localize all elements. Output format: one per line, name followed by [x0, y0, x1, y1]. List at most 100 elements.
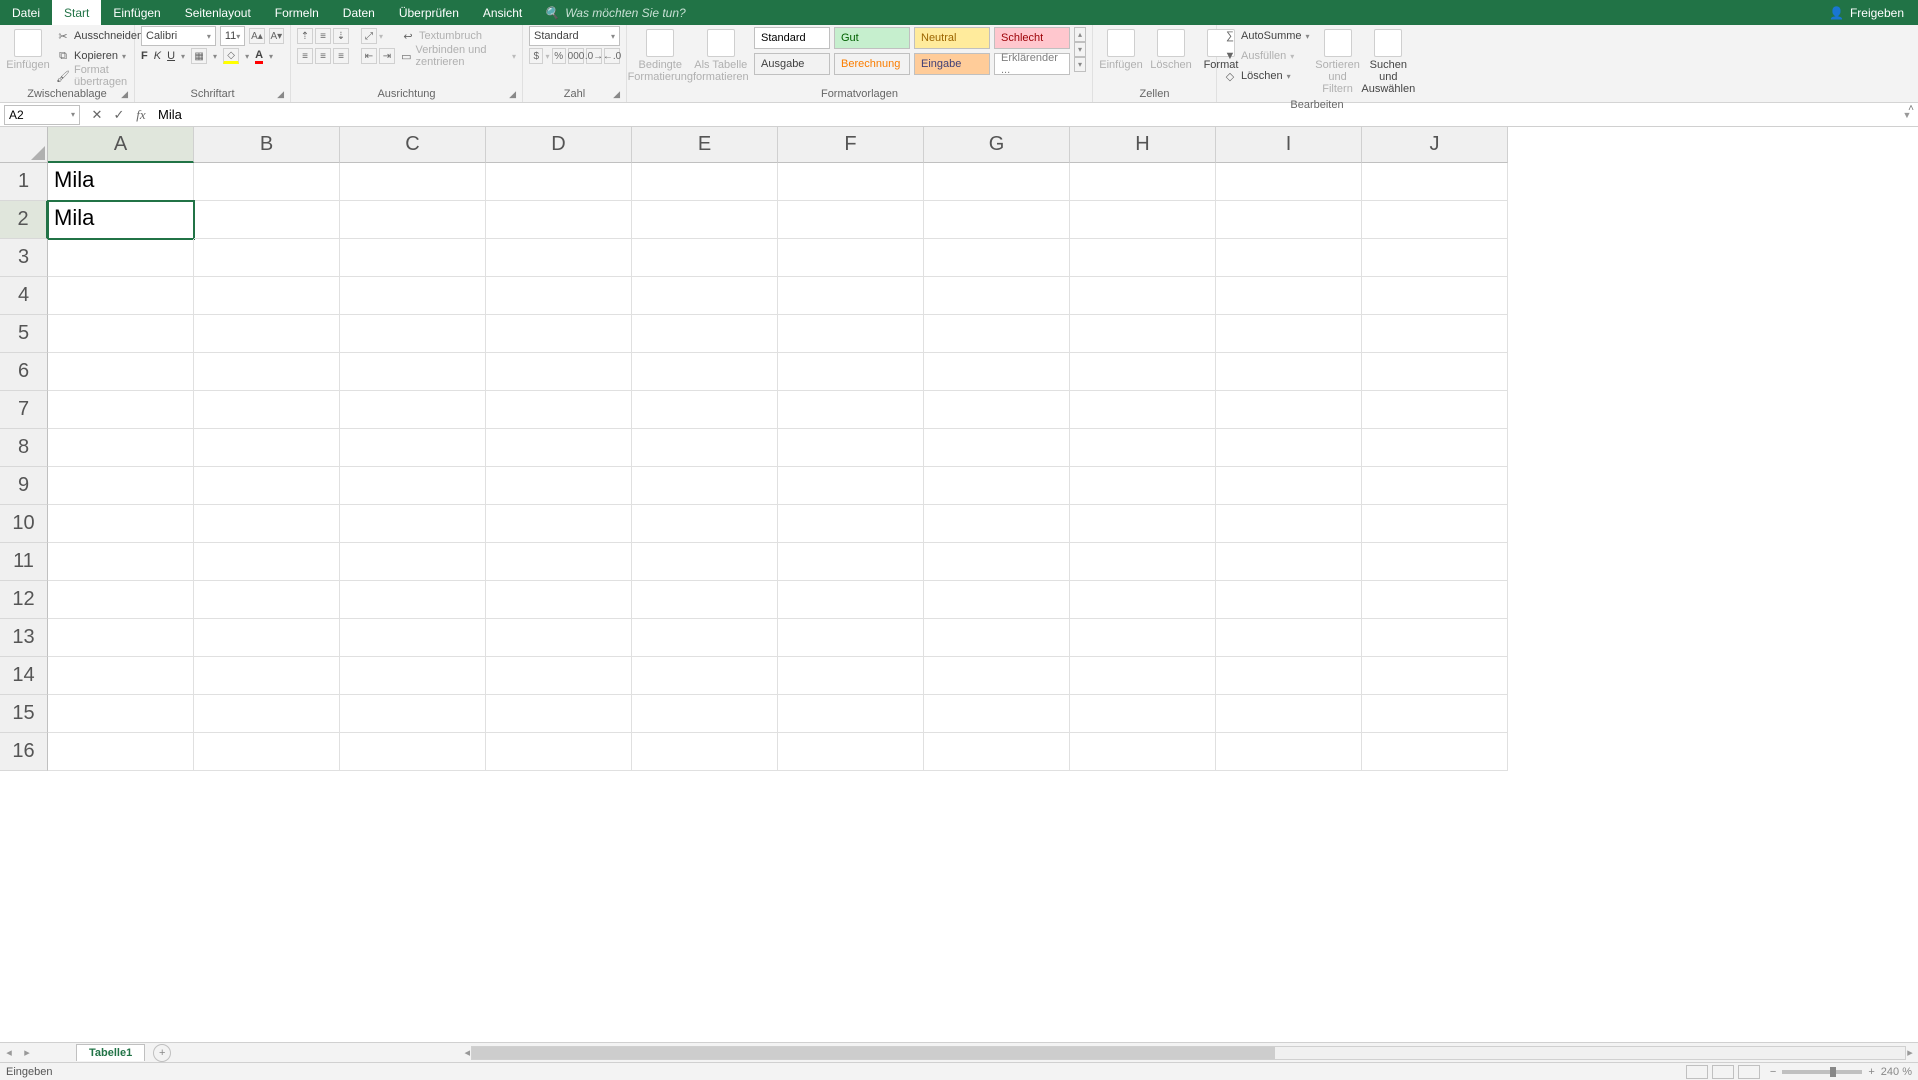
cell-E13[interactable] — [632, 619, 778, 657]
cell-F7[interactable] — [778, 391, 924, 429]
cell-C14[interactable] — [340, 657, 486, 695]
cell-J5[interactable] — [1362, 315, 1508, 353]
cell-I8[interactable] — [1216, 429, 1362, 467]
conditional-formatting-button[interactable]: Bedingte Formatierung — [633, 27, 688, 85]
underline-button[interactable]: U — [167, 50, 175, 62]
alignment-launcher[interactable]: ◢ — [509, 89, 516, 100]
cell-G16[interactable] — [924, 733, 1070, 771]
cell-D16[interactable] — [486, 733, 632, 771]
cell-J4[interactable] — [1362, 277, 1508, 315]
cell-C9[interactable] — [340, 467, 486, 505]
cell-J14[interactable] — [1362, 657, 1508, 695]
row-header-2[interactable]: 2 — [0, 201, 48, 239]
page-layout-view-button[interactable] — [1712, 1065, 1734, 1079]
cell-C3[interactable] — [340, 239, 486, 277]
cell-F15[interactable] — [778, 695, 924, 733]
cell-H7[interactable] — [1070, 391, 1216, 429]
cell-G7[interactable] — [924, 391, 1070, 429]
cell-A1[interactable]: Mila — [48, 163, 194, 201]
cell-B9[interactable] — [194, 467, 340, 505]
cell-E5[interactable] — [632, 315, 778, 353]
cell-D12[interactable] — [486, 581, 632, 619]
column-header-H[interactable]: H — [1070, 127, 1216, 163]
cell-D9[interactable] — [486, 467, 632, 505]
cell-D8[interactable] — [486, 429, 632, 467]
row-header-4[interactable]: 4 — [0, 277, 48, 315]
cell-C11[interactable] — [340, 543, 486, 581]
cell-styles-gallery[interactable]: Standard Gut Neutral Schlecht Ausgabe Be… — [754, 27, 1072, 77]
comma-format-button[interactable]: 000 — [568, 48, 584, 64]
align-top-button[interactable]: ⇡ — [297, 28, 313, 44]
cell-G2[interactable] — [924, 201, 1070, 239]
sheet-tab-1[interactable]: Tabelle1 — [76, 1044, 145, 1061]
cell-I2[interactable] — [1216, 201, 1362, 239]
find-select-button[interactable]: Suchen und Auswählen — [1366, 27, 1411, 97]
cell-F2[interactable] — [778, 201, 924, 239]
hscroll-thumb[interactable] — [472, 1047, 1274, 1059]
cell-A9[interactable] — [48, 467, 194, 505]
clipboard-launcher[interactable]: ◢ — [121, 89, 128, 100]
cell-F14[interactable] — [778, 657, 924, 695]
align-center-button[interactable]: ≡ — [315, 48, 331, 64]
cell-B6[interactable] — [194, 353, 340, 391]
cell-D15[interactable] — [486, 695, 632, 733]
cell-J7[interactable] — [1362, 391, 1508, 429]
align-bottom-button[interactable]: ⇣ — [333, 28, 349, 44]
cell-I14[interactable] — [1216, 657, 1362, 695]
tab-start[interactable]: Start — [52, 0, 101, 25]
paste-button[interactable]: Einfügen — [6, 27, 50, 73]
cell-A16[interactable] — [48, 733, 194, 771]
cell-J9[interactable] — [1362, 467, 1508, 505]
cell-E10[interactable] — [632, 505, 778, 543]
cell-H16[interactable] — [1070, 733, 1216, 771]
row-header-12[interactable]: 12 — [0, 581, 48, 619]
cell-D6[interactable] — [486, 353, 632, 391]
horizontal-scrollbar[interactable]: ◂▸ — [471, 1046, 1906, 1060]
cell-E1[interactable] — [632, 163, 778, 201]
insert-function-button[interactable]: fx — [130, 105, 152, 125]
cell-A14[interactable] — [48, 657, 194, 695]
font-size-combo[interactable]: 11▾ — [220, 26, 245, 46]
cell-G4[interactable] — [924, 277, 1070, 315]
align-left-button[interactable]: ≡ — [297, 48, 313, 64]
cell-I4[interactable] — [1216, 277, 1362, 315]
cell-B12[interactable] — [194, 581, 340, 619]
cell-G8[interactable] — [924, 429, 1070, 467]
cell-J10[interactable] — [1362, 505, 1508, 543]
tab-formulas[interactable]: Formeln — [263, 0, 331, 25]
row-header-9[interactable]: 9 — [0, 467, 48, 505]
cell-J16[interactable] — [1362, 733, 1508, 771]
normal-view-button[interactable] — [1686, 1065, 1708, 1079]
increase-font-button[interactable]: A▴ — [249, 28, 264, 44]
cell-J15[interactable] — [1362, 695, 1508, 733]
zoom-slider-thumb[interactable] — [1830, 1067, 1836, 1077]
cell-B11[interactable] — [194, 543, 340, 581]
column-header-E[interactable]: E — [632, 127, 778, 163]
cell-I5[interactable] — [1216, 315, 1362, 353]
cell-A6[interactable] — [48, 353, 194, 391]
zoom-out-button[interactable]: − — [1770, 1066, 1776, 1078]
style-gut[interactable]: Gut — [834, 27, 910, 49]
cell-B15[interactable] — [194, 695, 340, 733]
cell-A2[interactable]: Mila — [48, 201, 194, 239]
cell-B16[interactable] — [194, 733, 340, 771]
cell-F16[interactable] — [778, 733, 924, 771]
cell-B14[interactable] — [194, 657, 340, 695]
cell-B10[interactable] — [194, 505, 340, 543]
name-box[interactable]: A2▾ — [4, 105, 80, 125]
increase-indent-button[interactable]: ⇥ — [379, 48, 395, 64]
tab-file[interactable]: Datei — [0, 0, 52, 25]
page-break-view-button[interactable] — [1738, 1065, 1760, 1079]
cell-B2[interactable] — [194, 201, 340, 239]
delete-cells-button[interactable]: Löschen — [1149, 27, 1193, 73]
cell-I9[interactable] — [1216, 467, 1362, 505]
cell-F4[interactable] — [778, 277, 924, 315]
cell-B7[interactable] — [194, 391, 340, 429]
cell-G3[interactable] — [924, 239, 1070, 277]
cell-G14[interactable] — [924, 657, 1070, 695]
share-button[interactable]: 👤 Freigeben — [1815, 0, 1918, 25]
cell-H3[interactable] — [1070, 239, 1216, 277]
font-launcher[interactable]: ◢ — [277, 89, 284, 100]
cell-A4[interactable] — [48, 277, 194, 315]
cell-D14[interactable] — [486, 657, 632, 695]
